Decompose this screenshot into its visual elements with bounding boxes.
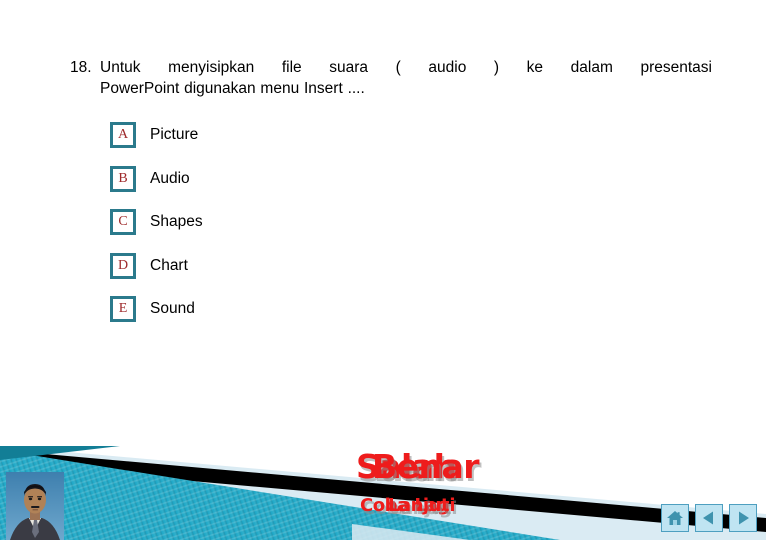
navigation-buttons <box>661 504 757 532</box>
presenter-portrait-photo <box>6 472 64 540</box>
option-row-b[interactable]: B Audio <box>110 165 530 192</box>
answer-options-list: A Picture B Audio C Shapes D Chart E Sou… <box>110 122 530 340</box>
arrow-right-icon <box>739 511 749 525</box>
option-label-a[interactable]: Picture <box>150 125 198 145</box>
question-text: Untuk menyisipkan file suara ( audio ) k… <box>100 57 712 99</box>
home-icon <box>667 511 683 525</box>
question-line-2: PowerPoint digunakan menu Insert .... <box>100 80 365 97</box>
option-key-c[interactable]: C <box>110 209 136 235</box>
option-label-d[interactable]: Chart <box>150 256 188 276</box>
option-key-b[interactable]: B <box>110 165 136 192</box>
option-row-e[interactable]: E Sound <box>110 296 530 322</box>
question-line-1: Untuk menyisipkan file suara ( audio ) k… <box>100 59 712 76</box>
option-key-a[interactable]: A <box>110 122 136 148</box>
home-button[interactable] <box>661 504 689 532</box>
slide-canvas: 18. Untuk menyisipkan file suara ( audio… <box>0 0 766 540</box>
avatar <box>6 472 64 540</box>
option-label-e[interactable]: Sound <box>150 299 195 319</box>
feedback-correct-action[interactable]: Lanjut <box>388 496 450 515</box>
question-block: 18. Untuk menyisipkan file suara ( audio… <box>70 57 712 99</box>
feedback-correct-title: Benar <box>372 447 480 486</box>
previous-button[interactable] <box>695 504 723 532</box>
option-label-b[interactable]: Audio <box>150 169 190 189</box>
arrow-left-icon <box>703 511 713 525</box>
option-key-e[interactable]: E <box>110 296 136 322</box>
option-label-c[interactable]: Shapes <box>150 212 203 232</box>
question-number: 18. <box>70 59 92 76</box>
next-button[interactable] <box>729 504 757 532</box>
feedback-wordart-group: Salah Benar Coba Lagi Lanjut <box>330 446 530 532</box>
option-row-d[interactable]: D Chart <box>110 252 530 279</box>
option-row-c[interactable]: C Shapes <box>110 209 530 235</box>
option-row-a[interactable]: A Picture <box>110 122 530 148</box>
option-key-d[interactable]: D <box>110 252 136 279</box>
